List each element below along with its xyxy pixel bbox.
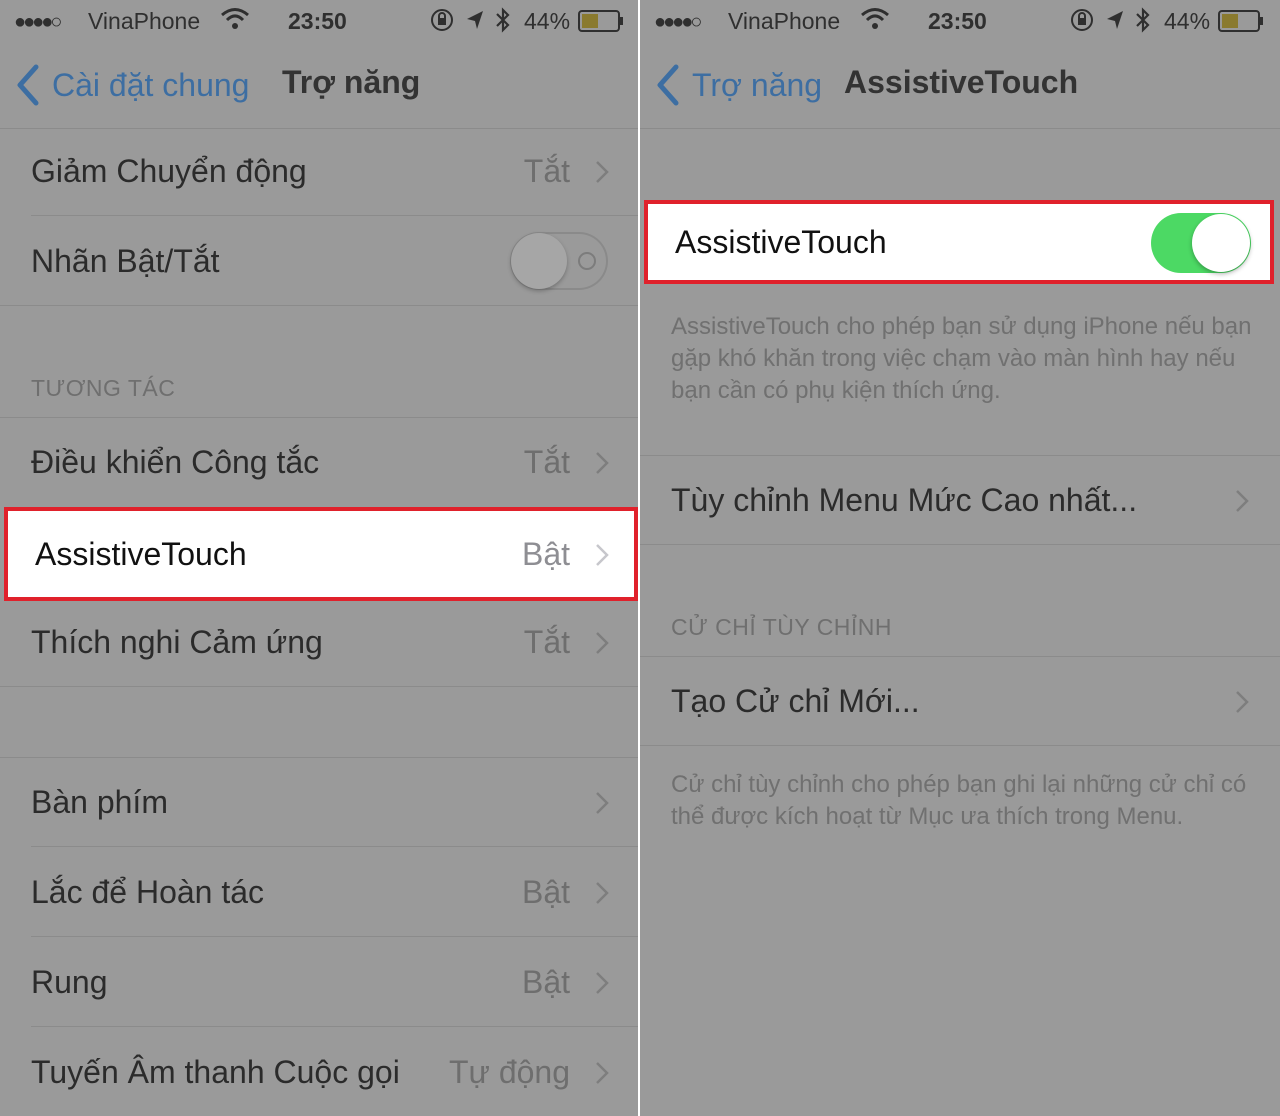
group-separator — [0, 686, 640, 687]
on-off-labels-toggle[interactable] — [510, 232, 608, 290]
row-value: Tắt — [523, 153, 570, 189]
chevron-left-icon — [17, 64, 39, 106]
off-label-ring-icon — [578, 252, 596, 270]
chevron-right-icon — [596, 161, 609, 183]
accessibility-screen: ●●●●○ VinaPhone 23:50 44% Cài đặt chung … — [0, 0, 640, 1116]
location-icon — [467, 11, 483, 29]
group-separator — [640, 745, 1280, 746]
navigation-bar: Cài đặt chung Trợ năng — [0, 44, 640, 129]
chevron-right-icon — [596, 452, 609, 474]
touch-accommodations-row[interactable]: Thích nghi Cảm ứng Tắt — [0, 597, 640, 687]
clock: 23:50 — [928, 8, 987, 34]
vibration-row[interactable]: Rung Bật — [0, 937, 640, 1027]
back-label: Cài đặt chung — [52, 66, 250, 103]
battery-percent: 44% — [1164, 8, 1211, 34]
row-value: Bật — [521, 536, 570, 572]
toggle-knob — [1192, 214, 1250, 272]
assistivetouch-toggle-row: AssistiveTouch — [644, 200, 1274, 284]
page-title: Trợ năng — [282, 64, 421, 100]
row-label: Lắc để Hoàn tác — [31, 874, 265, 910]
navigation-bar: Trợ năng AssistiveTouch — [640, 44, 1280, 129]
row-label: Tuyến Âm thanh Cuộc gọi — [31, 1054, 400, 1090]
battery-percent: 44% — [524, 8, 571, 34]
back-button[interactable]: Cài đặt chung — [14, 62, 249, 108]
location-icon — [1107, 11, 1123, 29]
row-label: Bàn phím — [31, 784, 168, 820]
assistivetouch-description: AssistiveTouch cho phép bạn sử dụng iPho… — [671, 313, 1252, 404]
battery-icon — [1218, 10, 1263, 32]
chevron-right-icon — [596, 972, 609, 994]
group-separator — [0, 305, 640, 306]
row-value: Tắt — [523, 624, 570, 660]
row-label: AssistiveTouch — [675, 224, 887, 260]
chevron-right-icon — [596, 792, 609, 814]
rotation-lock-icon — [1071, 9, 1093, 31]
row-label: Tùy chỉnh Menu Mức Cao nhất... — [671, 482, 1138, 518]
row-value: Tự động — [448, 1054, 570, 1090]
toggle-knob — [511, 233, 567, 289]
wifi-icon — [861, 8, 889, 29]
row-label: Giảm Chuyển động — [31, 153, 307, 189]
custom-gestures-section-header: CỬ CHỈ TÙY CHỈNH — [671, 614, 893, 640]
customize-top-level-menu-row[interactable]: Tùy chỉnh Menu Mức Cao nhất... — [640, 455, 1280, 545]
battery-icon — [578, 10, 623, 32]
keyboard-row[interactable]: Bàn phím — [0, 757, 640, 847]
back-button[interactable]: Trợ năng — [654, 62, 822, 108]
call-audio-routing-row[interactable]: Tuyến Âm thanh Cuộc gọi Tự động — [0, 1027, 640, 1116]
bluetooth-icon — [1136, 7, 1150, 33]
chevron-right-icon — [1236, 691, 1249, 713]
back-label: Trợ năng — [692, 66, 823, 103]
status-bar: ●●●●○ VinaPhone 23:50 44% — [0, 0, 640, 44]
row-label: Tạo Cử chỉ Mới... — [671, 683, 920, 719]
create-new-gesture-row[interactable]: Tạo Cử chỉ Mới... — [640, 656, 1280, 746]
assistivetouch-row[interactable]: AssistiveTouch Bật — [4, 507, 638, 601]
row-label: Điều khiển Công tắc — [31, 444, 320, 480]
rotation-lock-icon — [431, 9, 453, 31]
interaction-section-header: TƯƠNG TÁC — [31, 375, 176, 401]
group-separator — [640, 544, 1280, 545]
status-bar: ●●●●○ VinaPhone 23:50 44% — [640, 0, 1280, 44]
row-value: Tắt — [523, 444, 570, 480]
chevron-left-icon — [657, 64, 679, 106]
row-value: Bật — [521, 874, 570, 910]
switch-control-row[interactable]: Điều khiển Công tắc Tắt — [0, 417, 640, 507]
chevron-right-icon — [596, 544, 609, 566]
carrier-name: VinaPhone — [88, 8, 201, 34]
row-label: AssistiveTouch — [35, 536, 247, 572]
clock: 23:50 — [288, 8, 347, 34]
row-value: Bật — [521, 964, 570, 1000]
signal-strength: ●●●●○ — [14, 11, 62, 33]
row-label: Rung — [31, 964, 108, 1000]
row-label: Thích nghi Cảm ứng — [31, 624, 323, 660]
assistivetouch-screen: ●●●●○ VinaPhone 23:50 44% Trợ năng Assis… — [640, 0, 1280, 1116]
carrier-name: VinaPhone — [728, 8, 841, 34]
signal-strength: ●●●●○ — [654, 11, 702, 33]
on-off-labels-row: Nhãn Bật/Tắt — [0, 216, 640, 306]
bluetooth-icon — [496, 7, 510, 33]
chevron-right-icon — [596, 882, 609, 904]
custom-gestures-description: Cử chỉ tùy chỉnh cho phép bạn ghi lại nh… — [671, 771, 1247, 830]
wifi-icon — [221, 8, 249, 29]
row-label: Nhãn Bật/Tắt — [31, 243, 220, 279]
shake-to-undo-row[interactable]: Lắc để Hoàn tác Bật — [0, 847, 640, 937]
chevron-right-icon — [1236, 490, 1249, 512]
assistivetouch-toggle[interactable] — [1151, 213, 1251, 273]
chevron-right-icon — [596, 632, 609, 654]
chevron-right-icon — [596, 1062, 609, 1084]
reduce-motion-row[interactable]: Giảm Chuyển động Tắt — [0, 126, 640, 216]
page-title: AssistiveTouch — [844, 64, 1079, 100]
